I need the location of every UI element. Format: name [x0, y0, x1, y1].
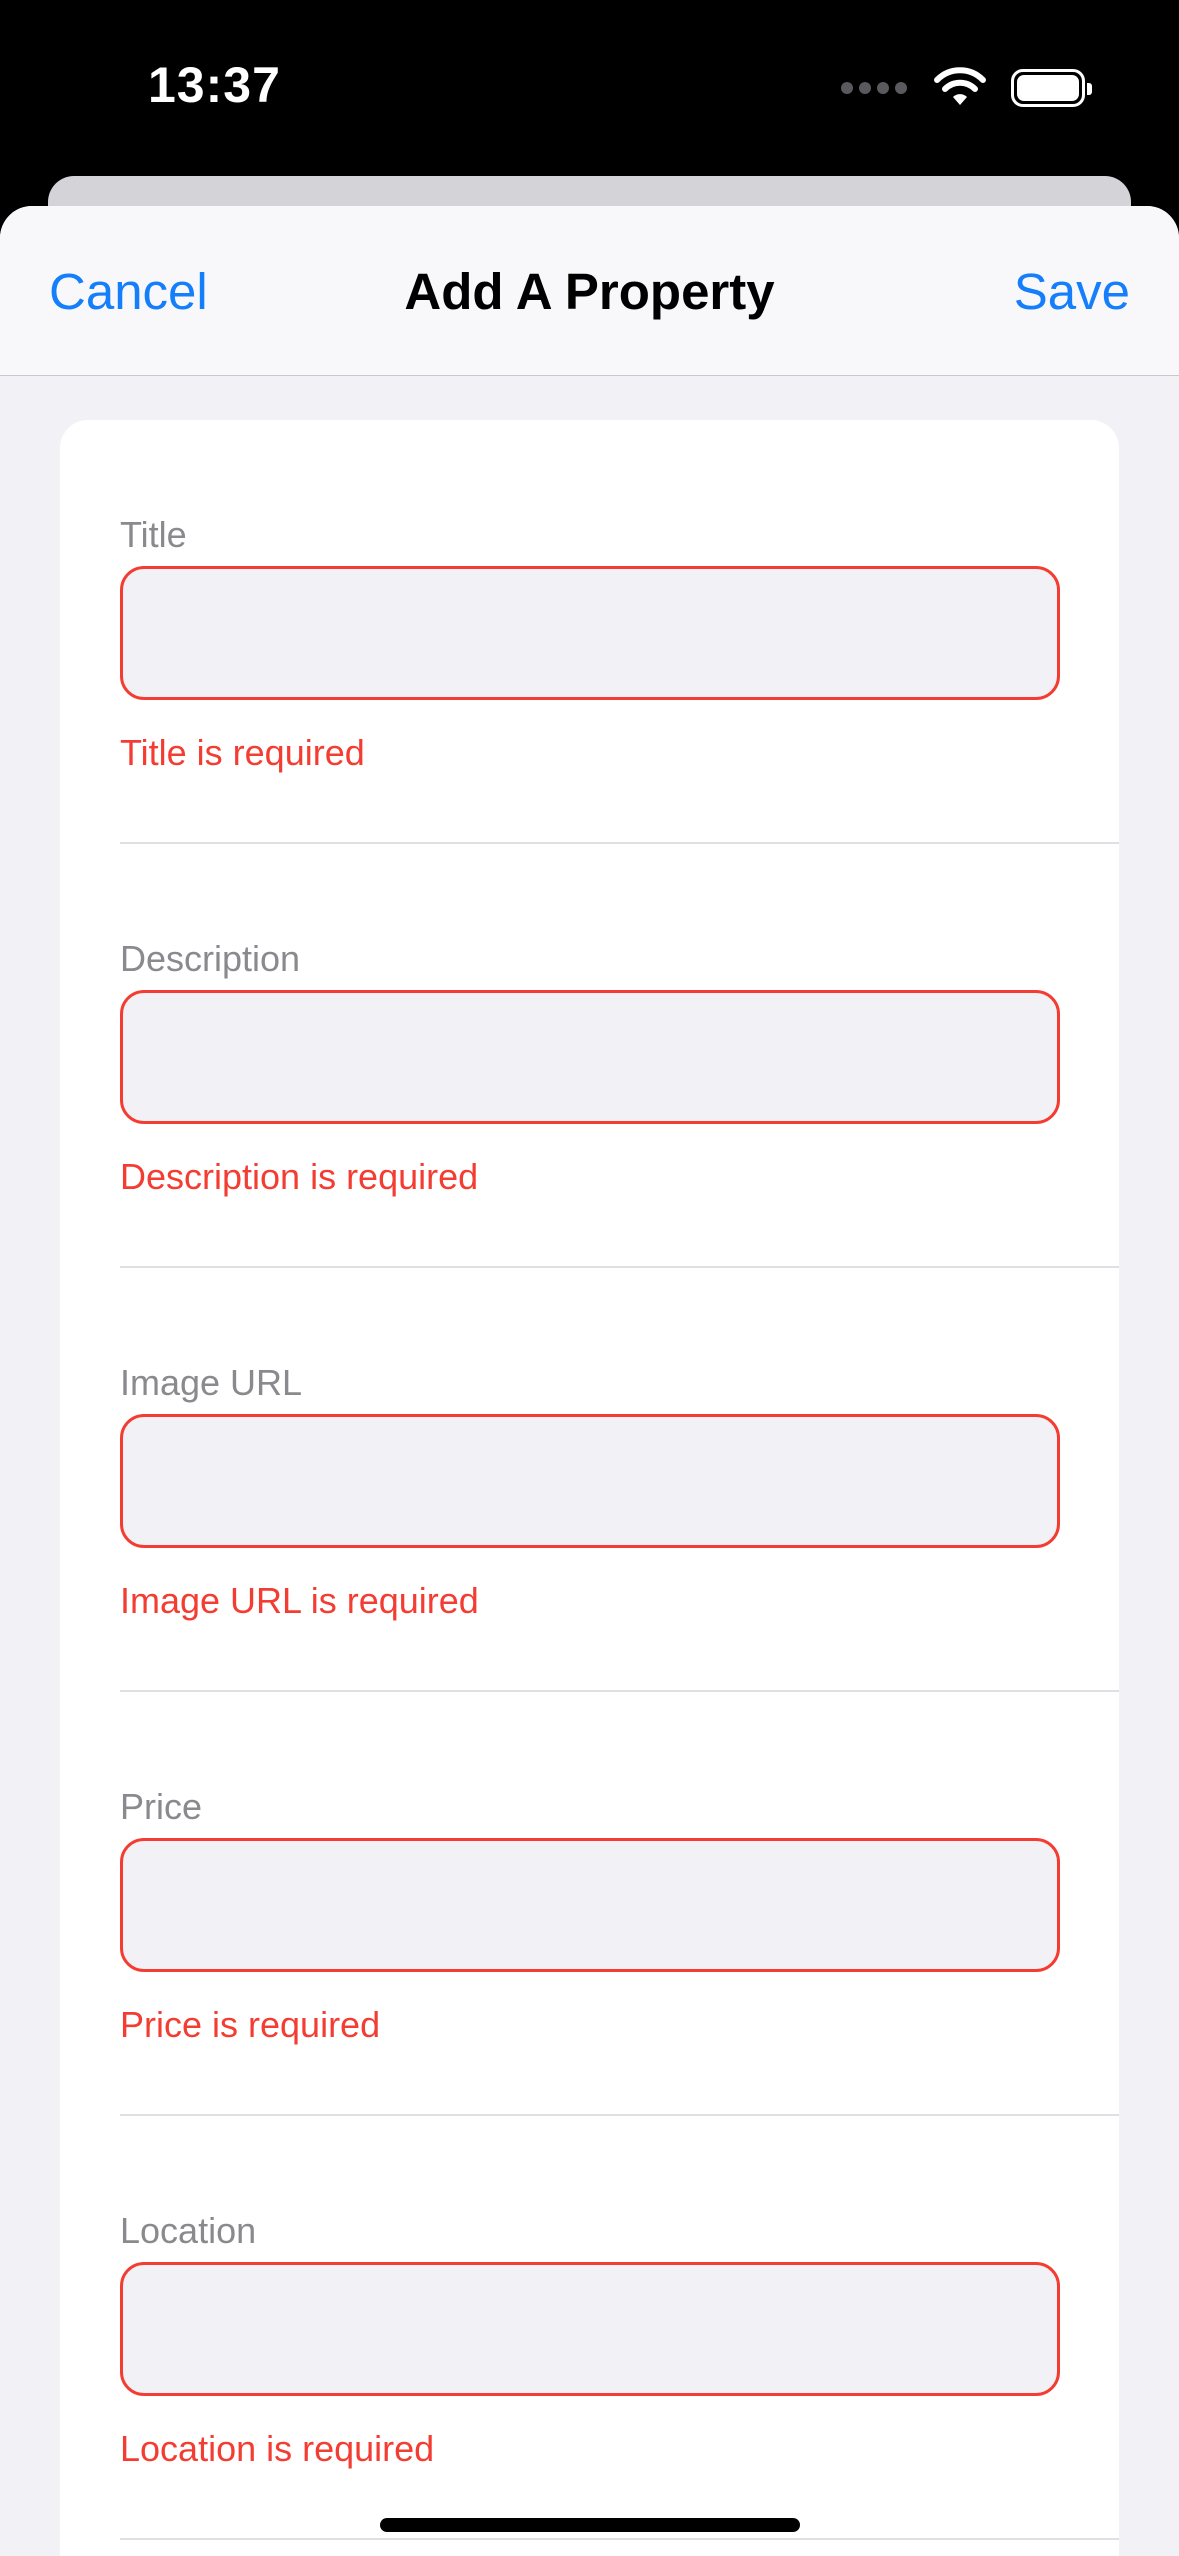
field-image-url: Image URL Image URL is required	[60, 1268, 1119, 1692]
error-message: Location is required	[120, 2428, 435, 2469]
description-input[interactable]	[120, 990, 1060, 1124]
location-input[interactable]	[120, 2262, 1060, 2396]
divider	[120, 2538, 1119, 2540]
screen: 13:37 Cancel Add A Property Save Title T…	[0, 0, 1179, 2556]
error-message: Price is required	[120, 2004, 381, 2045]
status-icons	[841, 66, 1092, 110]
field-label: Title	[120, 514, 187, 555]
field-location: Location Location is required	[60, 2116, 1119, 2540]
home-indicator[interactable]	[380, 2518, 800, 2532]
error-message: Image URL is required	[120, 1580, 479, 1621]
title-input[interactable]	[120, 566, 1060, 700]
error-message: Description is required	[120, 1156, 479, 1197]
page-title: Add A Property	[404, 263, 775, 320]
field-label: Image URL	[120, 1362, 303, 1403]
field-label: Description	[120, 938, 301, 979]
field-label: Price	[120, 1786, 203, 1827]
status-time: 13:37	[148, 57, 281, 113]
navigation-bar: Cancel Add A Property Save	[0, 206, 1179, 376]
price-input[interactable]	[120, 1838, 1060, 1972]
field-label: Location	[120, 2210, 257, 2251]
form-card: Title Title is required Description Desc…	[60, 420, 1119, 2556]
battery-icon	[1011, 69, 1092, 107]
wifi-icon	[934, 67, 986, 105]
save-button[interactable]: Save	[1014, 262, 1130, 322]
cellular-signal-icon	[841, 82, 907, 94]
field-title: Title Title is required	[60, 420, 1119, 844]
modal-sheet: Cancel Add A Property Save Title Title i…	[0, 206, 1179, 2556]
image-url-input[interactable]	[120, 1414, 1060, 1548]
error-message: Title is required	[120, 732, 365, 773]
field-description: Description Description is required	[60, 844, 1119, 1268]
field-price: Price Price is required	[60, 1692, 1119, 2116]
